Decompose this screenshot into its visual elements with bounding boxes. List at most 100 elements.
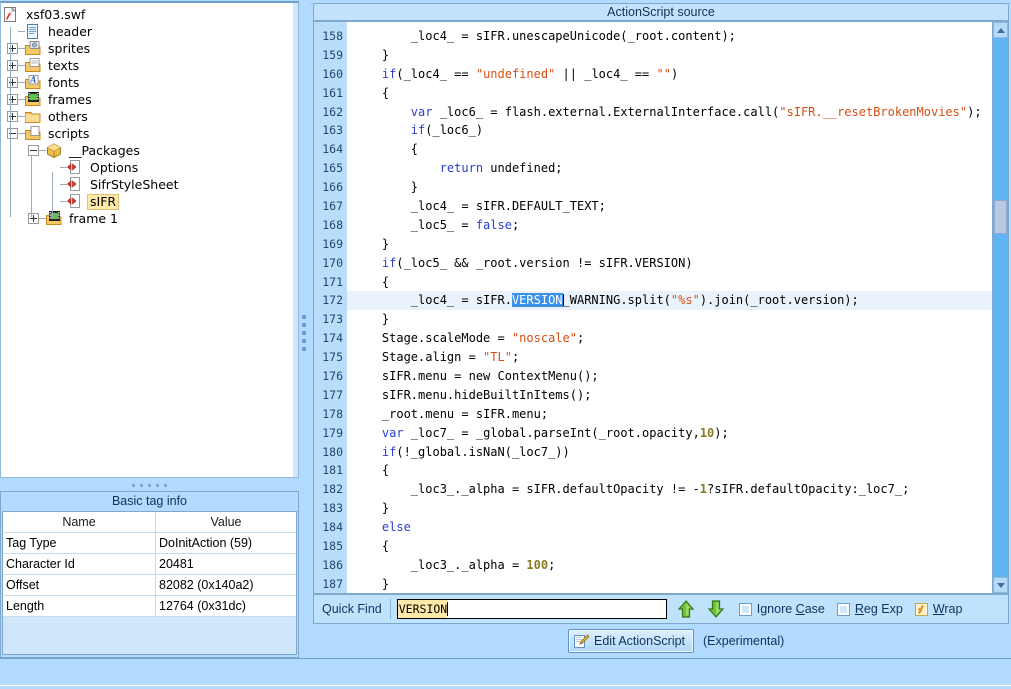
expand-node-icon[interactable]: [7, 111, 18, 122]
code-token: false: [475, 217, 512, 232]
code-line[interactable]: {: [347, 140, 993, 159]
basic-tag-info-table-wrap[interactable]: Name Value Tag Type DoInitAction (59) Char…: [2, 511, 297, 655]
code-line[interactable]: Stage.align = "TL";: [347, 348, 993, 367]
code-line[interactable]: _loc3_._alpha = 100;: [347, 556, 993, 575]
code-token: 1: [699, 482, 708, 497]
code-line[interactable]: sIFR.menu = new ContextMenu();: [347, 367, 993, 386]
checkbox-checked-icon[interactable]: [914, 602, 928, 616]
editor-vertical-scrollbar[interactable]: [992, 22, 1008, 593]
code-line[interactable]: if(!_global.isNaN(_loc7_)): [347, 443, 993, 462]
splitter-dot: [164, 484, 167, 487]
code-line[interactable]: }: [347, 310, 993, 329]
vertical-splitter[interactable]: [300, 0, 310, 658]
code-line[interactable]: _loc3_._alpha = sIFR.defaultOpacity != -…: [347, 480, 993, 499]
code-line[interactable]: _loc4_ = sIFR.unescapeUnicode(_root.cont…: [347, 27, 993, 46]
tree-node-sprites[interactable]: sprites: [3, 40, 181, 57]
tree-node-frames[interactable]: frames: [3, 91, 181, 108]
code-line[interactable]: _loc4_ = sIFR.DEFAULT_TEXT;: [347, 197, 993, 216]
code-viewport[interactable]: 158 159 160 161 162 163 164 165 166 167 168 169 170 1…: [314, 22, 993, 593]
scrollbar-thumb[interactable]: [994, 200, 1007, 234]
code-token: "": [656, 66, 671, 81]
checkbox-unchecked-icon[interactable]: [738, 602, 752, 616]
code-line[interactable]: {: [347, 461, 993, 480]
code-line[interactable]: }: [347, 178, 993, 197]
code-line[interactable]: sIFR.menu.hideBuiltInItems();: [347, 386, 993, 405]
tree-node-root[interactable]: xsf03.swf: [3, 6, 181, 23]
code-line[interactable]: {: [347, 84, 993, 103]
code-token: "%s": [670, 293, 700, 308]
swf-file-icon: [3, 7, 20, 22]
code-token: ;: [511, 217, 520, 232]
expand-node-icon[interactable]: [7, 94, 18, 105]
tree-node-sifr[interactable]: sIFR: [3, 193, 181, 210]
code-line[interactable]: var _loc7_ = _global.parseInt(_root.opac…: [347, 424, 993, 443]
line-number: 170: [322, 255, 343, 270]
expand-node-icon[interactable]: [7, 43, 18, 54]
code-line[interactable]: {: [347, 273, 993, 292]
edit-actionscript-button[interactable]: Edit ActionScript: [568, 629, 695, 653]
code-token: || _loc4_ ==: [555, 66, 657, 81]
code-line[interactable]: }: [347, 499, 993, 518]
tree-node-texts[interactable]: texts: [3, 57, 181, 74]
tree-node-label: Options: [90, 160, 139, 175]
code-line[interactable]: _loc4_ = sIFR.VERSION_WARNING.split("%s"…: [347, 291, 993, 311]
checkbox-ignore-case[interactable]: Ignore Case: [738, 602, 825, 616]
swf-tree[interactable]: xsf03.swf header sprites texts Afonts frames o…: [1, 3, 181, 227]
vertical-splitter-grip[interactable]: [302, 315, 306, 351]
find-next-button[interactable]: [705, 598, 727, 620]
frames-folder-icon: [46, 211, 63, 226]
tree-node-options[interactable]: Options: [3, 159, 181, 176]
tree-node-others[interactable]: others: [3, 108, 181, 125]
table-row[interactable]: Tag Type DoInitAction (59): [3, 532, 296, 554]
tree-node-packages[interactable]: __Packages: [3, 142, 181, 159]
code-line[interactable]: return undefined;: [347, 159, 993, 178]
code-line[interactable]: var _loc6_ = flash.external.ExternalInte…: [347, 103, 993, 122]
code-line[interactable]: _loc5_ = false;: [347, 216, 993, 235]
scroll-down-button[interactable]: [993, 577, 1008, 593]
checkbox-unchecked-icon[interactable]: [836, 602, 850, 616]
find-previous-button[interactable]: [675, 598, 697, 620]
tree-node-header[interactable]: header: [3, 23, 181, 40]
quick-find-input[interactable]: VERSION: [396, 599, 667, 619]
checkbox-label: Wrap: [932, 602, 963, 616]
scroll-up-button[interactable]: [993, 22, 1008, 38]
code-token: {: [353, 274, 390, 289]
code-line[interactable]: _root.menu = sIFR.menu;: [347, 405, 993, 424]
expand-node-icon[interactable]: [7, 77, 18, 88]
code-line[interactable]: {: [347, 537, 993, 556]
collapse-node-icon[interactable]: [28, 145, 39, 156]
code-line[interactable]: if(_loc5_ && _root.version != sIFR.VERSI…: [347, 254, 993, 273]
code-token: _loc4_ = sIFR.DEFAULT_TEXT;: [353, 199, 606, 214]
code-line[interactable]: if(_loc6_): [347, 121, 993, 140]
code-line[interactable]: if(_loc4_ == "undefined" || _loc4_ == ""…: [347, 65, 993, 84]
code-token: ;: [576, 331, 585, 346]
tree-node-fonts[interactable]: Afonts: [3, 74, 181, 91]
expand-node-icon[interactable]: [28, 213, 39, 224]
tree-scrollbar[interactable]: [293, 3, 298, 477]
actionscript-editor[interactable]: 158 159 160 161 162 163 164 165 166 167 168 169 170 1…: [313, 21, 1009, 594]
code-token: ?sIFR.defaultOpacity:_loc7_;: [707, 482, 910, 497]
tree-node-scripts[interactable]: scripts: [3, 125, 181, 142]
code-text[interactable]: _loc4_ = sIFR.unescapeUnicode(_root.cont…: [347, 22, 993, 593]
tree-node-sifrstylesheet[interactable]: SifrStyleSheet: [3, 176, 181, 193]
collapse-node-icon[interactable]: [7, 128, 18, 139]
column-header-name[interactable]: Name: [3, 512, 156, 533]
column-header-value[interactable]: Value: [155, 512, 296, 533]
code-line[interactable]: }: [347, 235, 993, 254]
code-line[interactable]: Stage.scaleMode = "noscale";: [347, 329, 993, 348]
swf-tree-panel[interactable]: xsf03.swf header sprites texts Afonts frames o…: [0, 1, 299, 478]
tree-node-frame-1[interactable]: frame 1: [3, 210, 181, 227]
checkbox-reg-exp[interactable]: Reg Exp: [836, 602, 903, 616]
expand-node-icon[interactable]: [7, 60, 18, 71]
table-row[interactable]: Character Id 20481: [3, 553, 296, 575]
checkbox-wrap[interactable]: Wrap: [914, 602, 963, 616]
code-token: }: [353, 47, 390, 62]
code-line[interactable]: }: [347, 575, 993, 593]
table-row[interactable]: Length 12764 (0x31dc): [3, 595, 296, 617]
selected-text: VERSION: [511, 293, 563, 308]
code-line[interactable]: }: [347, 46, 993, 65]
code-line[interactable]: else: [347, 518, 993, 537]
table-row[interactable]: Offset 82082 (0x140a2): [3, 574, 296, 596]
